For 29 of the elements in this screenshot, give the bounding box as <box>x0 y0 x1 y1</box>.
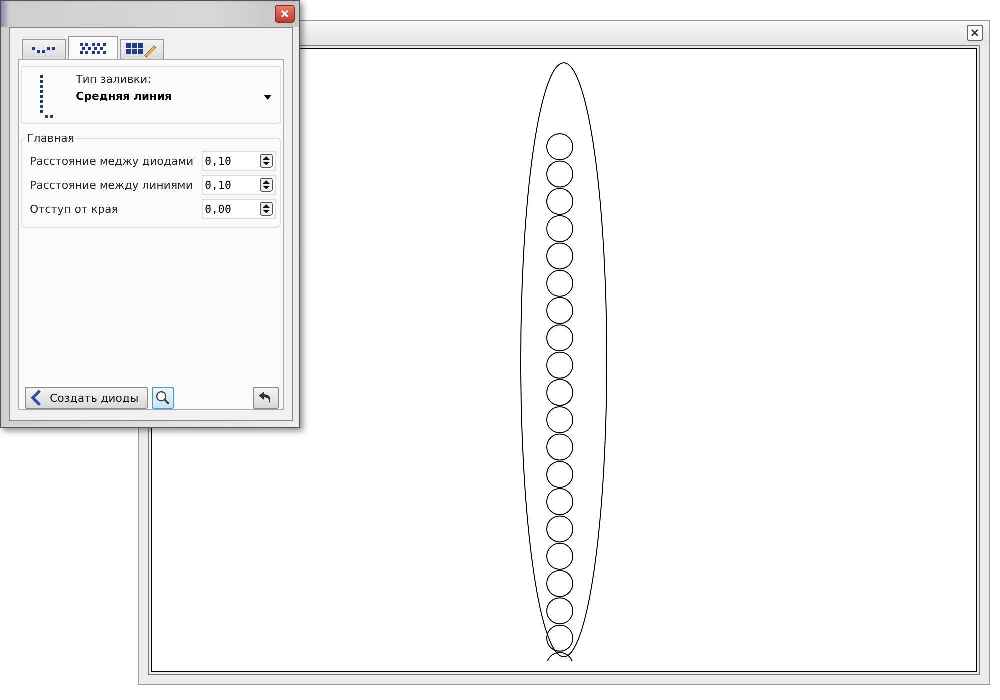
spin-field[interactable]: 0,10 <box>202 151 276 171</box>
chevron-left-icon <box>30 390 42 406</box>
spinner-arrows-icon[interactable] <box>260 154 273 168</box>
fill-type-label: Тип заливки: <box>76 73 152 86</box>
fill-type-dropdown[interactable]: Тип заливки: Средняя линия <box>21 66 281 124</box>
spinner-arrows-icon[interactable] <box>260 202 273 216</box>
dot-grid-icon <box>79 42 107 54</box>
close-button[interactable] <box>967 25 983 41</box>
spin-field[interactable]: 0,10 <box>202 175 276 195</box>
group-title: Главная <box>26 132 76 145</box>
field-label: Отступ от края <box>30 202 118 216</box>
create-diodes-button[interactable]: Создать диоды <box>25 387 148 409</box>
undo-button[interactable] <box>253 387 279 409</box>
fill-type-value: Средняя линия <box>76 90 173 103</box>
search-icon <box>154 390 171 406</box>
close-icon <box>281 10 289 18</box>
tab[interactable] <box>120 39 164 59</box>
search-button[interactable] <box>152 387 174 409</box>
tab[interactable] <box>22 39 66 59</box>
spinner-arrows-icon[interactable] <box>260 178 273 192</box>
tab[interactable] <box>68 36 118 59</box>
spin-field[interactable]: 0,00 <box>202 199 276 219</box>
grid-pencil-icon <box>126 42 158 56</box>
field-label: Расстояние между линиями <box>30 178 194 192</box>
dropdown-arrow-icon <box>264 95 272 100</box>
field-label: Расстояние меджу диодами <box>30 154 194 168</box>
close-button[interactable] <box>275 5 295 23</box>
close-icon <box>971 29 979 37</box>
dot-pattern-icon <box>31 44 57 54</box>
